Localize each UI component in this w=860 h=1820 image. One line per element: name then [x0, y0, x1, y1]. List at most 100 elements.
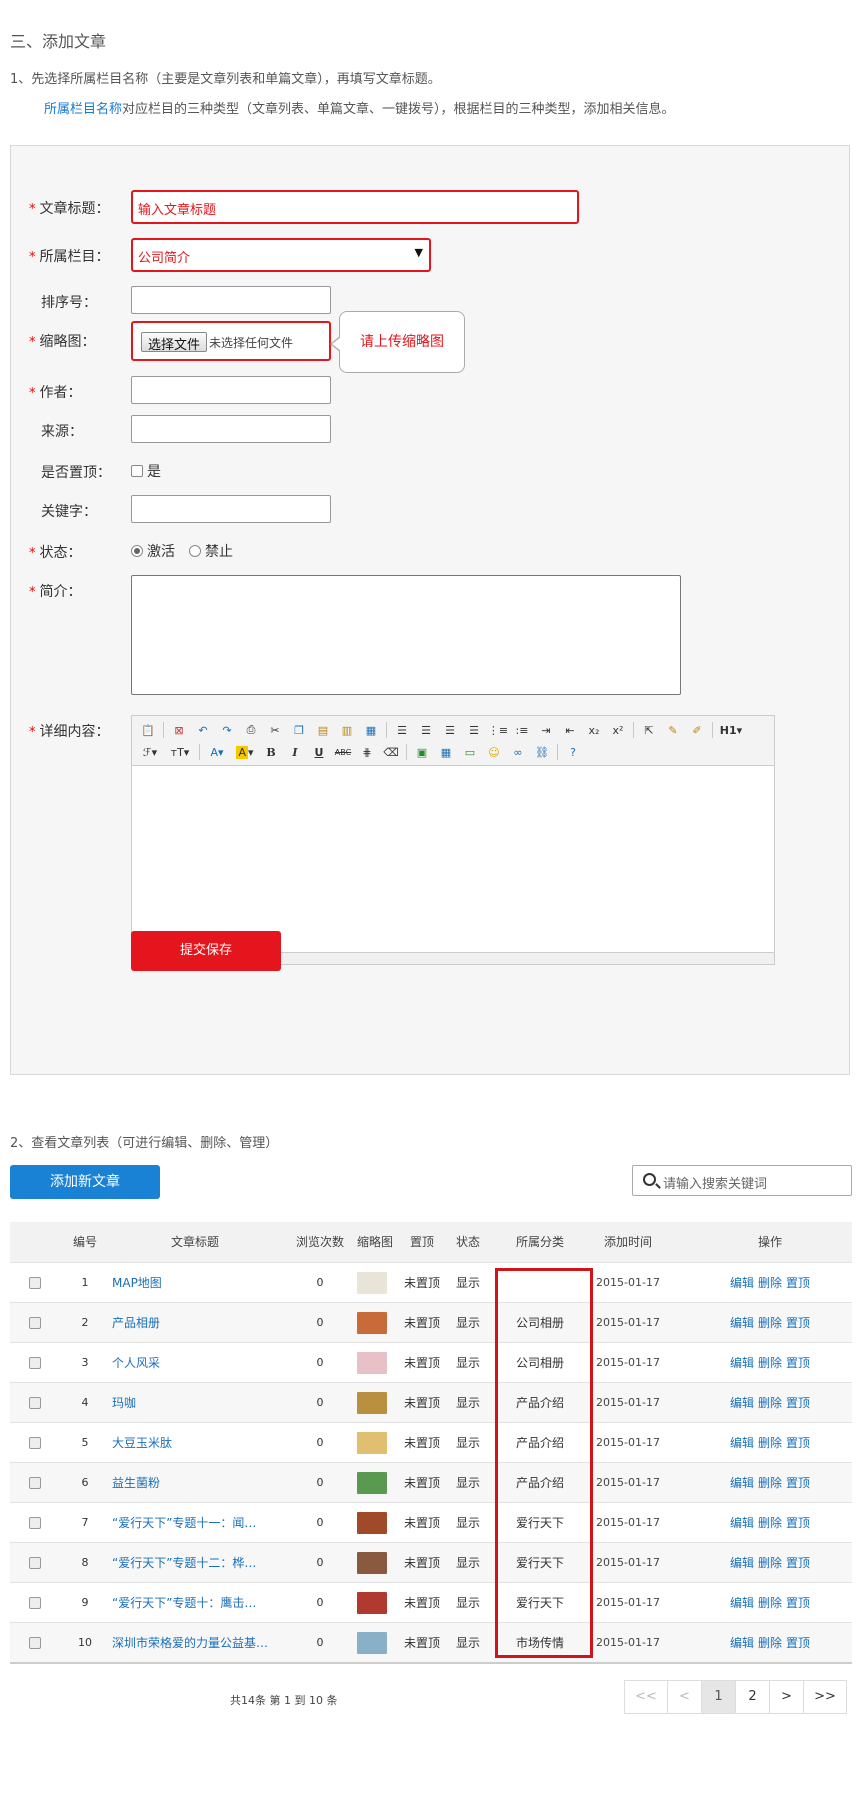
- heading-icon[interactable]: H1 ▾: [718, 721, 744, 739]
- highlight-color-icon[interactable]: A ▾: [233, 743, 257, 761]
- image-icon[interactable]: ▣: [412, 743, 432, 761]
- font-color-icon[interactable]: A ▾: [205, 743, 229, 761]
- edit-link[interactable]: 编辑: [730, 1556, 754, 1570]
- row-title-link[interactable]: 益生菌粉: [112, 1463, 287, 1503]
- print-icon[interactable]: ⎙: [241, 721, 261, 739]
- delete-link[interactable]: 删除: [758, 1276, 782, 1290]
- row-title-link[interactable]: 玛咖: [112, 1383, 287, 1423]
- superscript-icon[interactable]: x²: [608, 721, 628, 739]
- edit-link[interactable]: 编辑: [730, 1636, 754, 1650]
- order-input[interactable]: [131, 286, 331, 314]
- row-title-link[interactable]: “爱行天下”专题十一：闻…: [112, 1503, 287, 1543]
- delete-link[interactable]: 删除: [758, 1436, 782, 1450]
- row-title-link[interactable]: 深圳市荣格爱的力量公益基…: [112, 1623, 287, 1663]
- quick-format-icon[interactable]: ✐: [687, 721, 707, 739]
- column-select[interactable]: 公司简介 ▼: [131, 238, 431, 272]
- unordered-list-icon[interactable]: :≡: [512, 721, 532, 739]
- underline-icon[interactable]: U: [309, 743, 329, 761]
- row-title-link[interactable]: “爱行天下”专题十：鹰击…: [112, 1583, 287, 1623]
- row-title-link[interactable]: 个人风采: [112, 1343, 287, 1383]
- delete-link[interactable]: 删除: [758, 1516, 782, 1530]
- pin-link[interactable]: 置顶: [786, 1436, 810, 1450]
- title-input[interactable]: 输入文章标题: [131, 190, 579, 224]
- subscript-icon[interactable]: x₂: [584, 721, 604, 739]
- row-checkbox[interactable]: [29, 1597, 41, 1609]
- top-checkbox[interactable]: [131, 465, 143, 477]
- row-checkbox[interactable]: [29, 1477, 41, 1489]
- delete-link[interactable]: 删除: [758, 1556, 782, 1570]
- pin-link[interactable]: 置顶: [786, 1636, 810, 1650]
- ordered-list-icon[interactable]: ⋮≡: [488, 721, 508, 739]
- link-icon[interactable]: ∞: [508, 743, 528, 761]
- italic-icon[interactable]: I: [285, 743, 305, 761]
- paste-text-icon[interactable]: ▤: [313, 721, 333, 739]
- edit-link[interactable]: 编辑: [730, 1596, 754, 1610]
- strikethrough-icon[interactable]: ABC: [333, 743, 353, 761]
- edit-link[interactable]: 编辑: [730, 1516, 754, 1530]
- table-icon[interactable]: ▦: [436, 743, 456, 761]
- row-title-link[interactable]: 产品相册: [112, 1303, 287, 1343]
- row-checkbox[interactable]: [29, 1557, 41, 1569]
- source-input[interactable]: [131, 415, 331, 443]
- redo-icon[interactable]: ↷: [217, 721, 237, 739]
- pin-link[interactable]: 置顶: [786, 1596, 810, 1610]
- edit-link[interactable]: 编辑: [730, 1436, 754, 1450]
- next-page-button[interactable]: >: [769, 1680, 804, 1714]
- edit-link[interactable]: 编辑: [730, 1316, 754, 1330]
- align-right-icon[interactable]: ☰: [440, 721, 460, 739]
- pin-link[interactable]: 置顶: [786, 1316, 810, 1330]
- page-1-button[interactable]: 1: [701, 1680, 736, 1714]
- line-height-icon[interactable]: ⋕: [357, 743, 377, 761]
- outdent-icon[interactable]: ⇤: [560, 721, 580, 739]
- row-checkbox[interactable]: [29, 1397, 41, 1409]
- bold-icon[interactable]: B: [261, 743, 281, 761]
- font-family-icon[interactable]: ℱ ▾: [138, 743, 162, 761]
- delete-link[interactable]: 删除: [758, 1596, 782, 1610]
- delete-link[interactable]: 删除: [758, 1396, 782, 1410]
- unlink-icon[interactable]: ⛓: [532, 743, 552, 761]
- align-left-icon[interactable]: ☰: [392, 721, 412, 739]
- eraser-icon[interactable]: ⌫: [381, 743, 401, 761]
- row-checkbox[interactable]: [29, 1437, 41, 1449]
- submit-save-button[interactable]: 提交保存: [131, 931, 281, 971]
- search-box[interactable]: 请输入搜索关键词: [632, 1165, 852, 1196]
- edit-link[interactable]: 编辑: [730, 1356, 754, 1370]
- paste-word-icon[interactable]: ▥: [337, 721, 357, 739]
- help-icon[interactable]: ?: [563, 743, 583, 761]
- clear-format-icon[interactable]: ✎: [663, 721, 683, 739]
- keyword-input[interactable]: [131, 495, 331, 523]
- choose-file-button[interactable]: 选择文件: [141, 332, 208, 353]
- delete-link[interactable]: 删除: [758, 1356, 782, 1370]
- hr-icon[interactable]: ▭: [460, 743, 480, 761]
- author-input[interactable]: [131, 376, 331, 404]
- indent-icon[interactable]: ⇥: [536, 721, 556, 739]
- intro-textarea[interactable]: [131, 575, 681, 695]
- row-title-link[interactable]: 大豆玉米肽: [112, 1423, 287, 1463]
- row-checkbox[interactable]: [29, 1637, 41, 1649]
- row-title-link[interactable]: MAP地图: [112, 1263, 287, 1303]
- pin-link[interactable]: 置顶: [786, 1276, 810, 1290]
- pin-link[interactable]: 置顶: [786, 1516, 810, 1530]
- undo-icon[interactable]: ↶: [193, 721, 213, 739]
- edit-link[interactable]: 编辑: [730, 1276, 754, 1290]
- paste-plain-icon[interactable]: ▦: [361, 721, 381, 739]
- delete-link[interactable]: 删除: [758, 1636, 782, 1650]
- row-title-link[interactable]: “爱行天下”专题十二：桦…: [112, 1543, 287, 1583]
- row-checkbox[interactable]: [29, 1277, 41, 1289]
- first-page-button[interactable]: <<: [624, 1680, 668, 1714]
- row-checkbox[interactable]: [29, 1317, 41, 1329]
- emoticon-icon[interactable]: ☺: [484, 743, 504, 761]
- font-size-icon[interactable]: тT ▾: [166, 743, 194, 761]
- cut-icon[interactable]: ✂: [265, 721, 285, 739]
- edit-link[interactable]: 编辑: [730, 1476, 754, 1490]
- status-disabled-radio[interactable]: [189, 545, 201, 557]
- align-center-icon[interactable]: ☰: [416, 721, 436, 739]
- editor-body[interactable]: [132, 766, 774, 954]
- delete-link[interactable]: 删除: [758, 1476, 782, 1490]
- pin-link[interactable]: 置顶: [786, 1556, 810, 1570]
- edit-link[interactable]: 编辑: [730, 1396, 754, 1410]
- source-icon[interactable]: ⊠: [169, 721, 189, 739]
- copy-icon[interactable]: ❐: [289, 721, 309, 739]
- pin-link[interactable]: 置顶: [786, 1476, 810, 1490]
- align-justify-icon[interactable]: ☰: [464, 721, 484, 739]
